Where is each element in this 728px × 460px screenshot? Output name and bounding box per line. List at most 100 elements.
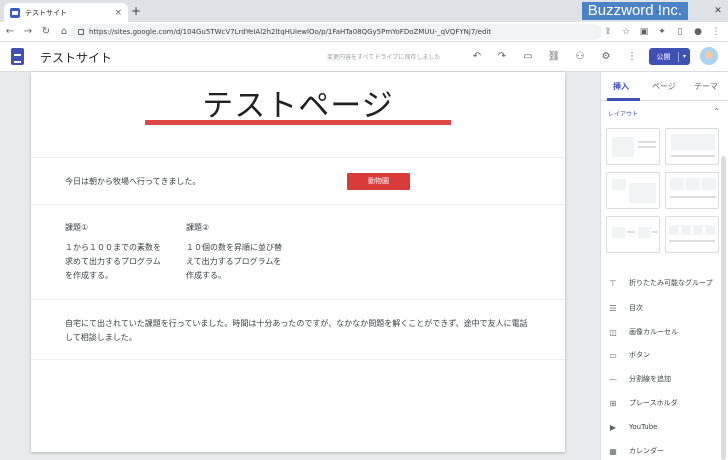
chevron-up-icon[interactable]: ⌃ [713, 107, 720, 116]
panel-tabs: 挿入 ページ テーマ [601, 72, 728, 101]
image-placeholder-icon [702, 178, 716, 190]
layout-option-two-images[interactable] [606, 172, 660, 209]
site-name[interactable]: テストサイト [40, 49, 112, 66]
layout-option-image-text[interactable] [606, 128, 660, 165]
address-bar[interactable]: https://sites.google.com/d/104Gu5TWcV7Lr… [70, 24, 602, 40]
insert-item-label: 画像カルーセル [629, 328, 678, 336]
sidepanel-icon[interactable]: ▯ [674, 26, 686, 38]
tab-pages[interactable]: ページ [652, 81, 676, 92]
google-sites-logo-icon[interactable] [11, 48, 24, 65]
image-placeholder-icon [681, 225, 691, 235]
bookmark-star-icon[interactable]: ☆ [620, 26, 632, 38]
tab-title: テストサイト [25, 8, 67, 17]
youtube-icon: ▶ [609, 422, 617, 432]
menu-dots-icon[interactable]: ⋮ [710, 26, 722, 38]
insert-item-youtube[interactable]: ▶ YouTube [608, 420, 720, 434]
image-placeholder-icon [612, 227, 625, 238]
tab-themes[interactable]: テーマ [694, 81, 718, 92]
calendar-icon: ▦ [609, 446, 617, 456]
insert-item-toc[interactable]: ☰ 目次 [608, 301, 720, 315]
image-placeholder-icon [705, 225, 715, 235]
settings-gear-icon[interactable]: ⚙ [599, 50, 613, 64]
preview-icon[interactable]: ▭ [521, 50, 535, 64]
insert-item-label: 分割線を追加 [629, 375, 671, 383]
section-divider [31, 157, 565, 158]
publish-label[interactable]: 公開 [649, 51, 679, 62]
share-icon[interactable]: ⇪ [602, 26, 614, 38]
zoo-button[interactable]: 動物園 [347, 173, 410, 190]
task1-heading[interactable]: 課題① [65, 221, 88, 235]
insert-item-calendar[interactable]: ▦ カレンダー [608, 444, 720, 458]
table-of-contents-icon: ☰ [609, 303, 617, 313]
title-underline-bar [145, 120, 451, 125]
image-placeholder-icon [638, 227, 651, 238]
reload-button[interactable]: ↻ [38, 26, 54, 37]
active-tab-indicator [607, 98, 640, 101]
panel-scrollbar[interactable] [721, 156, 726, 460]
tab-search-icon[interactable]: ⌄ [648, 0, 668, 22]
insert-item-placeholder[interactable]: ⊞ プレースホルダ [608, 396, 720, 410]
redo-icon[interactable]: ↷ [495, 50, 509, 64]
browser-tab-strip: テストサイト × + Buzzword Inc. ⌄ ✕ [0, 0, 728, 22]
page-canvas: テストページ 今日は朝から牧場へ行ってきました。 動物園 課題① １から１００ま… [31, 72, 565, 452]
section-divider [31, 204, 565, 205]
sites-header: テストサイト 変更内容をすべてドライブに保存しました ↶ ↷ ▭ ⛓ ⚇ ⚙ ⋮… [0, 42, 728, 72]
task2-body[interactable]: １０個の数を昇順に並び替えて出力するプログラムを作成する。 [186, 241, 285, 283]
tab-close-icon[interactable]: × [114, 8, 122, 18]
layout-option-four-columns[interactable] [665, 216, 719, 253]
more-options-icon[interactable]: ⋮ [625, 50, 639, 64]
insert-item-label: 折りたたみ可能なグループ [629, 279, 713, 287]
account-avatar[interactable] [700, 47, 718, 65]
watermark-brand: Buzzword Inc. [581, 2, 688, 20]
tab-insert[interactable]: 挿入 [613, 81, 629, 92]
insert-item-label: プレースホルダ [629, 399, 678, 407]
insert-item-label: YouTube [629, 423, 658, 431]
insert-item-label: ボタン [629, 351, 650, 359]
layout-option-text-image[interactable] [665, 128, 719, 165]
browser-toolbar: ← → ↻ ⌂ https://sites.google.com/d/104Gu… [0, 22, 728, 42]
insert-item-divider[interactable]: — 分割線を追加 [608, 372, 720, 386]
paragraph-text[interactable]: 自宅にて出されていた課題を行っていました。時間は十分あったのですが、なかなか問題… [65, 317, 535, 345]
section-divider [31, 359, 565, 360]
button-icon: ▭ [609, 350, 617, 360]
image-placeholder-icon [693, 225, 703, 235]
copy-link-icon[interactable]: ⛓ [547, 50, 561, 64]
placeholder-plus-icon: ⊞ [609, 398, 617, 408]
new-tab-button[interactable]: + [131, 4, 141, 18]
layout-section-title[interactable]: レイアウト [608, 109, 638, 118]
forward-button[interactable]: → [20, 26, 36, 37]
intro-text[interactable]: 今日は朝から牧場へ行ってきました。 [65, 175, 200, 189]
extension-icon[interactable]: ▣ [638, 26, 650, 38]
image-carousel-icon: ◫ [609, 327, 617, 337]
puzzle-icon[interactable]: ✦ [656, 26, 668, 38]
profile-icon[interactable]: ● [692, 26, 704, 38]
sites-favicon-icon [10, 7, 20, 18]
image-placeholder-icon [670, 178, 684, 190]
back-button[interactable]: ← [2, 26, 18, 37]
add-editor-icon[interactable]: ⚇ [573, 50, 587, 64]
layout-option-image-rows[interactable] [606, 216, 660, 253]
task2-heading[interactable]: 課題② [186, 221, 209, 235]
section-divider [31, 299, 565, 300]
publish-button[interactable]: 公開 ▾ [649, 48, 690, 65]
image-placeholder-icon [612, 179, 626, 190]
window-close-icon[interactable]: ✕ [708, 0, 728, 22]
image-placeholder-icon [629, 183, 656, 203]
undo-icon[interactable]: ↶ [470, 50, 484, 64]
insert-panel: 挿入 ページ テーマ レイアウト ⌃ ⊤ 折りたたみ可能なグループ ☰ 目次 ◫… [600, 72, 728, 460]
save-status: 変更内容をすべてドライブに保存しました [327, 54, 441, 61]
browser-tab[interactable]: テストサイト × [4, 3, 128, 22]
lock-icon [78, 29, 84, 35]
publish-dropdown-icon[interactable]: ▾ [679, 53, 690, 60]
task1-body[interactable]: １から１００までの素数を求めて出力するプログラムを作成する。 [65, 241, 164, 283]
insert-item-carousel[interactable]: ◫ 画像カルーセル [608, 325, 720, 339]
insert-item-button[interactable]: ▭ ボタン [608, 348, 720, 362]
image-placeholder-icon [671, 134, 715, 150]
insert-item-label: 目次 [629, 304, 643, 312]
insert-item-collapsible-group[interactable]: ⊤ 折りたたみ可能なグループ [608, 276, 720, 290]
editor-area: テストページ 今日は朝から牧場へ行ってきました。 動物園 課題① １から１００ま… [0, 72, 600, 460]
insert-item-label: カレンダー [629, 447, 664, 455]
image-placeholder-icon [669, 225, 679, 235]
layout-option-three-columns[interactable] [665, 172, 719, 209]
page-title[interactable]: テストページ [31, 80, 565, 125]
